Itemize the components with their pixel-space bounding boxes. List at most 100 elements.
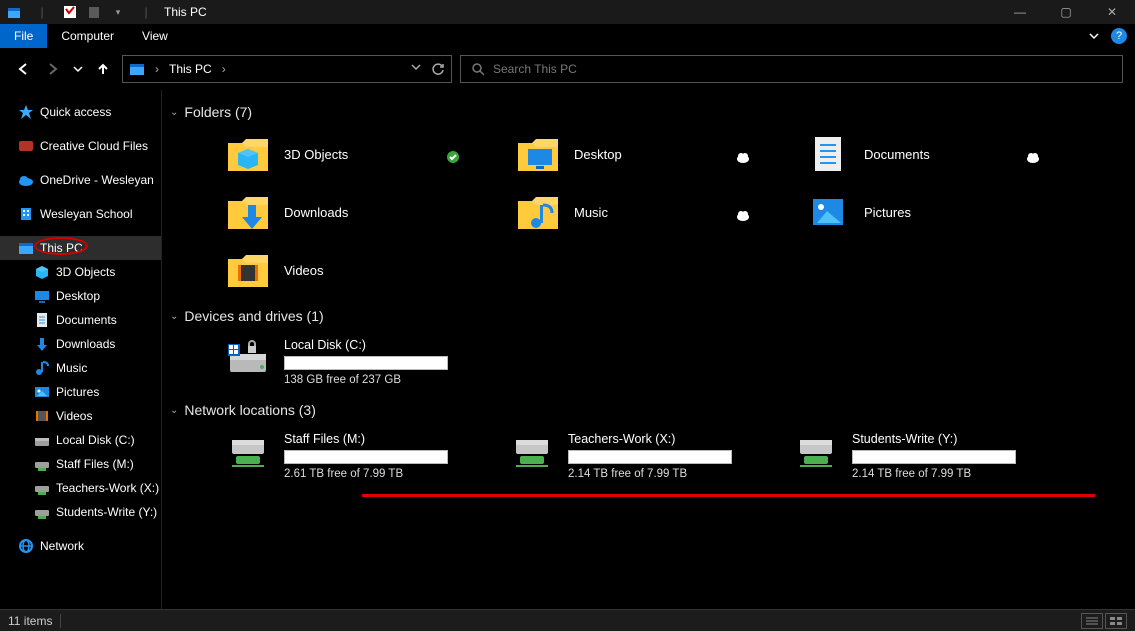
folder-item-documents[interactable]: Documents — [806, 132, 1096, 176]
ribbon-expand-icon[interactable] — [1085, 30, 1103, 42]
minimize-button[interactable]: — — [997, 0, 1043, 24]
chevron-right-icon-2[interactable]: › — [218, 62, 230, 76]
network-drive-icon — [794, 432, 838, 472]
sidebar-item-label: Documents — [56, 313, 117, 327]
sidebar-item-teachers-work-x-[interactable]: Teachers-Work (X:) — [0, 476, 161, 500]
sidebar-item-creative-cloud-files[interactable]: Creative Cloud Files — [0, 134, 161, 158]
drive-label: Staff Files (M:) — [284, 432, 448, 446]
sidebar-item-staff-files-m-[interactable]: Staff Files (M:) — [0, 452, 161, 476]
back-button[interactable] — [12, 58, 34, 80]
close-button[interactable]: ✕ — [1089, 0, 1135, 24]
down-icon — [34, 336, 50, 352]
folder-item-pictures[interactable]: Pictures — [806, 190, 1096, 234]
network-drive-students-write-y-[interactable]: Students-Write (Y:) 2.14 TB free of 7.99… — [794, 428, 1078, 484]
pc-icon — [18, 240, 34, 256]
network-drive-staff-files-m-[interactable]: Staff Files (M:) 2.61 TB free of 7.99 TB — [226, 428, 510, 484]
titlebar: | ▾ | This PC — ▢ ✕ — [0, 0, 1135, 24]
sync-overlay-icon — [446, 150, 460, 164]
view-details-button[interactable] — [1081, 613, 1103, 629]
sidebar-item-label: Staff Files (M:) — [56, 457, 134, 471]
folder-item-downloads[interactable]: Downloads — [226, 190, 516, 234]
maximize-button[interactable]: ▢ — [1043, 0, 1089, 24]
group-header-folders[interactable]: ⌄ Folders (7) — [162, 98, 1135, 126]
sidebar-item-local-disk-c-[interactable]: Local Disk (C:) — [0, 428, 161, 452]
qat-newfolder-icon[interactable] — [84, 2, 104, 22]
cloud-icon — [18, 172, 34, 188]
cc-icon — [18, 138, 34, 154]
drive-free-text: 2.14 TB free of 7.99 TB — [852, 468, 1016, 480]
cloud-overlay-icon — [1026, 150, 1040, 164]
ribbon-tab-file[interactable]: File — [0, 24, 47, 48]
view-large-button[interactable] — [1105, 613, 1127, 629]
search-box[interactable] — [460, 55, 1123, 83]
desktop-icon — [516, 135, 560, 173]
disclose-icon[interactable]: ⌄ — [170, 311, 178, 322]
sidebar-item-3d-objects[interactable]: 3D Objects — [0, 260, 161, 284]
netdisk-icon — [34, 456, 50, 472]
folder-label: Pictures — [864, 205, 911, 220]
desktop-icon — [34, 288, 50, 304]
sidebar-item-desktop[interactable]: Desktop — [0, 284, 161, 308]
recent-dropdown[interactable] — [72, 58, 84, 80]
window-title: This PC — [164, 5, 207, 19]
folder-item-videos[interactable]: Videos — [226, 248, 516, 292]
forward-button[interactable] — [42, 58, 64, 80]
folder-label: Videos — [284, 263, 324, 278]
folder-item-music[interactable]: Music — [516, 190, 806, 234]
group-title-network: Network locations (3) — [184, 402, 316, 418]
help-button[interactable]: ? — [1111, 28, 1127, 44]
disk-icon — [226, 338, 270, 378]
network-drive-icon — [510, 432, 554, 472]
address-dropdown-icon[interactable] — [411, 62, 421, 76]
status-item-count: 11 items — [8, 614, 52, 628]
refresh-icon[interactable] — [431, 62, 445, 76]
disk-icon — [34, 432, 50, 448]
drive-label: Students-Write (Y:) — [852, 432, 1016, 446]
sidebar-item-label: OneDrive - Wesleyan — [40, 173, 154, 187]
pic-icon — [34, 384, 50, 400]
sidebar-item-pictures[interactable]: Pictures — [0, 380, 161, 404]
sidebar-item-music[interactable]: Music — [0, 356, 161, 380]
music-icon — [34, 360, 50, 376]
cube-icon — [34, 264, 50, 280]
ribbon-tab-view[interactable]: View — [128, 24, 182, 48]
up-button[interactable] — [92, 58, 114, 80]
sidebar-item-downloads[interactable]: Downloads — [0, 332, 161, 356]
sidebar-item-network[interactable]: Network — [0, 534, 161, 558]
sidebar-item-wesleyan-school[interactable]: Wesleyan School — [0, 202, 161, 226]
chevron-right-icon[interactable]: › — [151, 62, 163, 76]
folder-item-desktop[interactable]: Desktop — [516, 132, 806, 176]
vid-icon — [226, 251, 270, 289]
qat-properties-icon[interactable] — [60, 2, 80, 22]
group-header-network[interactable]: ⌄ Network locations (3) — [162, 396, 1135, 424]
ribbon-tab-computer[interactable]: Computer — [47, 24, 128, 48]
netdisk-icon — [34, 480, 50, 496]
navigation-sidebar: Quick access Creative Cloud Files OneDrive… — [0, 90, 162, 609]
network-drive-icon — [226, 432, 270, 472]
sidebar-item-quick-access[interactable]: Quick access — [0, 100, 161, 124]
network-drive-teachers-work-x-[interactable]: Teachers-Work (X:) 2.14 TB free of 7.99 … — [510, 428, 794, 484]
status-separator — [60, 614, 61, 628]
sidebar-item-videos[interactable]: Videos — [0, 404, 161, 428]
cube-icon — [226, 135, 270, 173]
sidebar-item-documents[interactable]: Documents — [0, 308, 161, 332]
doc-icon — [806, 135, 850, 173]
address-bar[interactable]: › This PC › — [122, 55, 452, 83]
sidebar-item-students-write-y-[interactable]: Students-Write (Y:) — [0, 500, 161, 524]
disclose-icon[interactable]: ⌄ — [170, 107, 178, 118]
drive-local-disk-c-[interactable]: Local Disk (C:) 138 GB free of 237 GB — [226, 334, 510, 390]
sidebar-item-onedrive-wesleyan[interactable]: OneDrive - Wesleyan — [0, 168, 161, 192]
sidebar-item-label: Desktop — [56, 289, 100, 303]
group-header-drives[interactable]: ⌄ Devices and drives (1) — [162, 302, 1135, 330]
address-location[interactable]: This PC — [169, 62, 212, 76]
doc-icon — [34, 312, 50, 328]
app-icon — [4, 2, 24, 22]
disclose-icon[interactable]: ⌄ — [170, 405, 178, 416]
sidebar-item-label: Videos — [56, 409, 92, 423]
sidebar-item-this-pc[interactable]: This PC — [0, 236, 161, 260]
down-icon — [226, 193, 270, 231]
folder-item-3d-objects[interactable]: 3D Objects — [226, 132, 516, 176]
qat-dropdown-icon[interactable]: ▾ — [108, 2, 128, 22]
folder-label: 3D Objects — [284, 147, 348, 162]
search-input[interactable] — [493, 62, 1112, 76]
